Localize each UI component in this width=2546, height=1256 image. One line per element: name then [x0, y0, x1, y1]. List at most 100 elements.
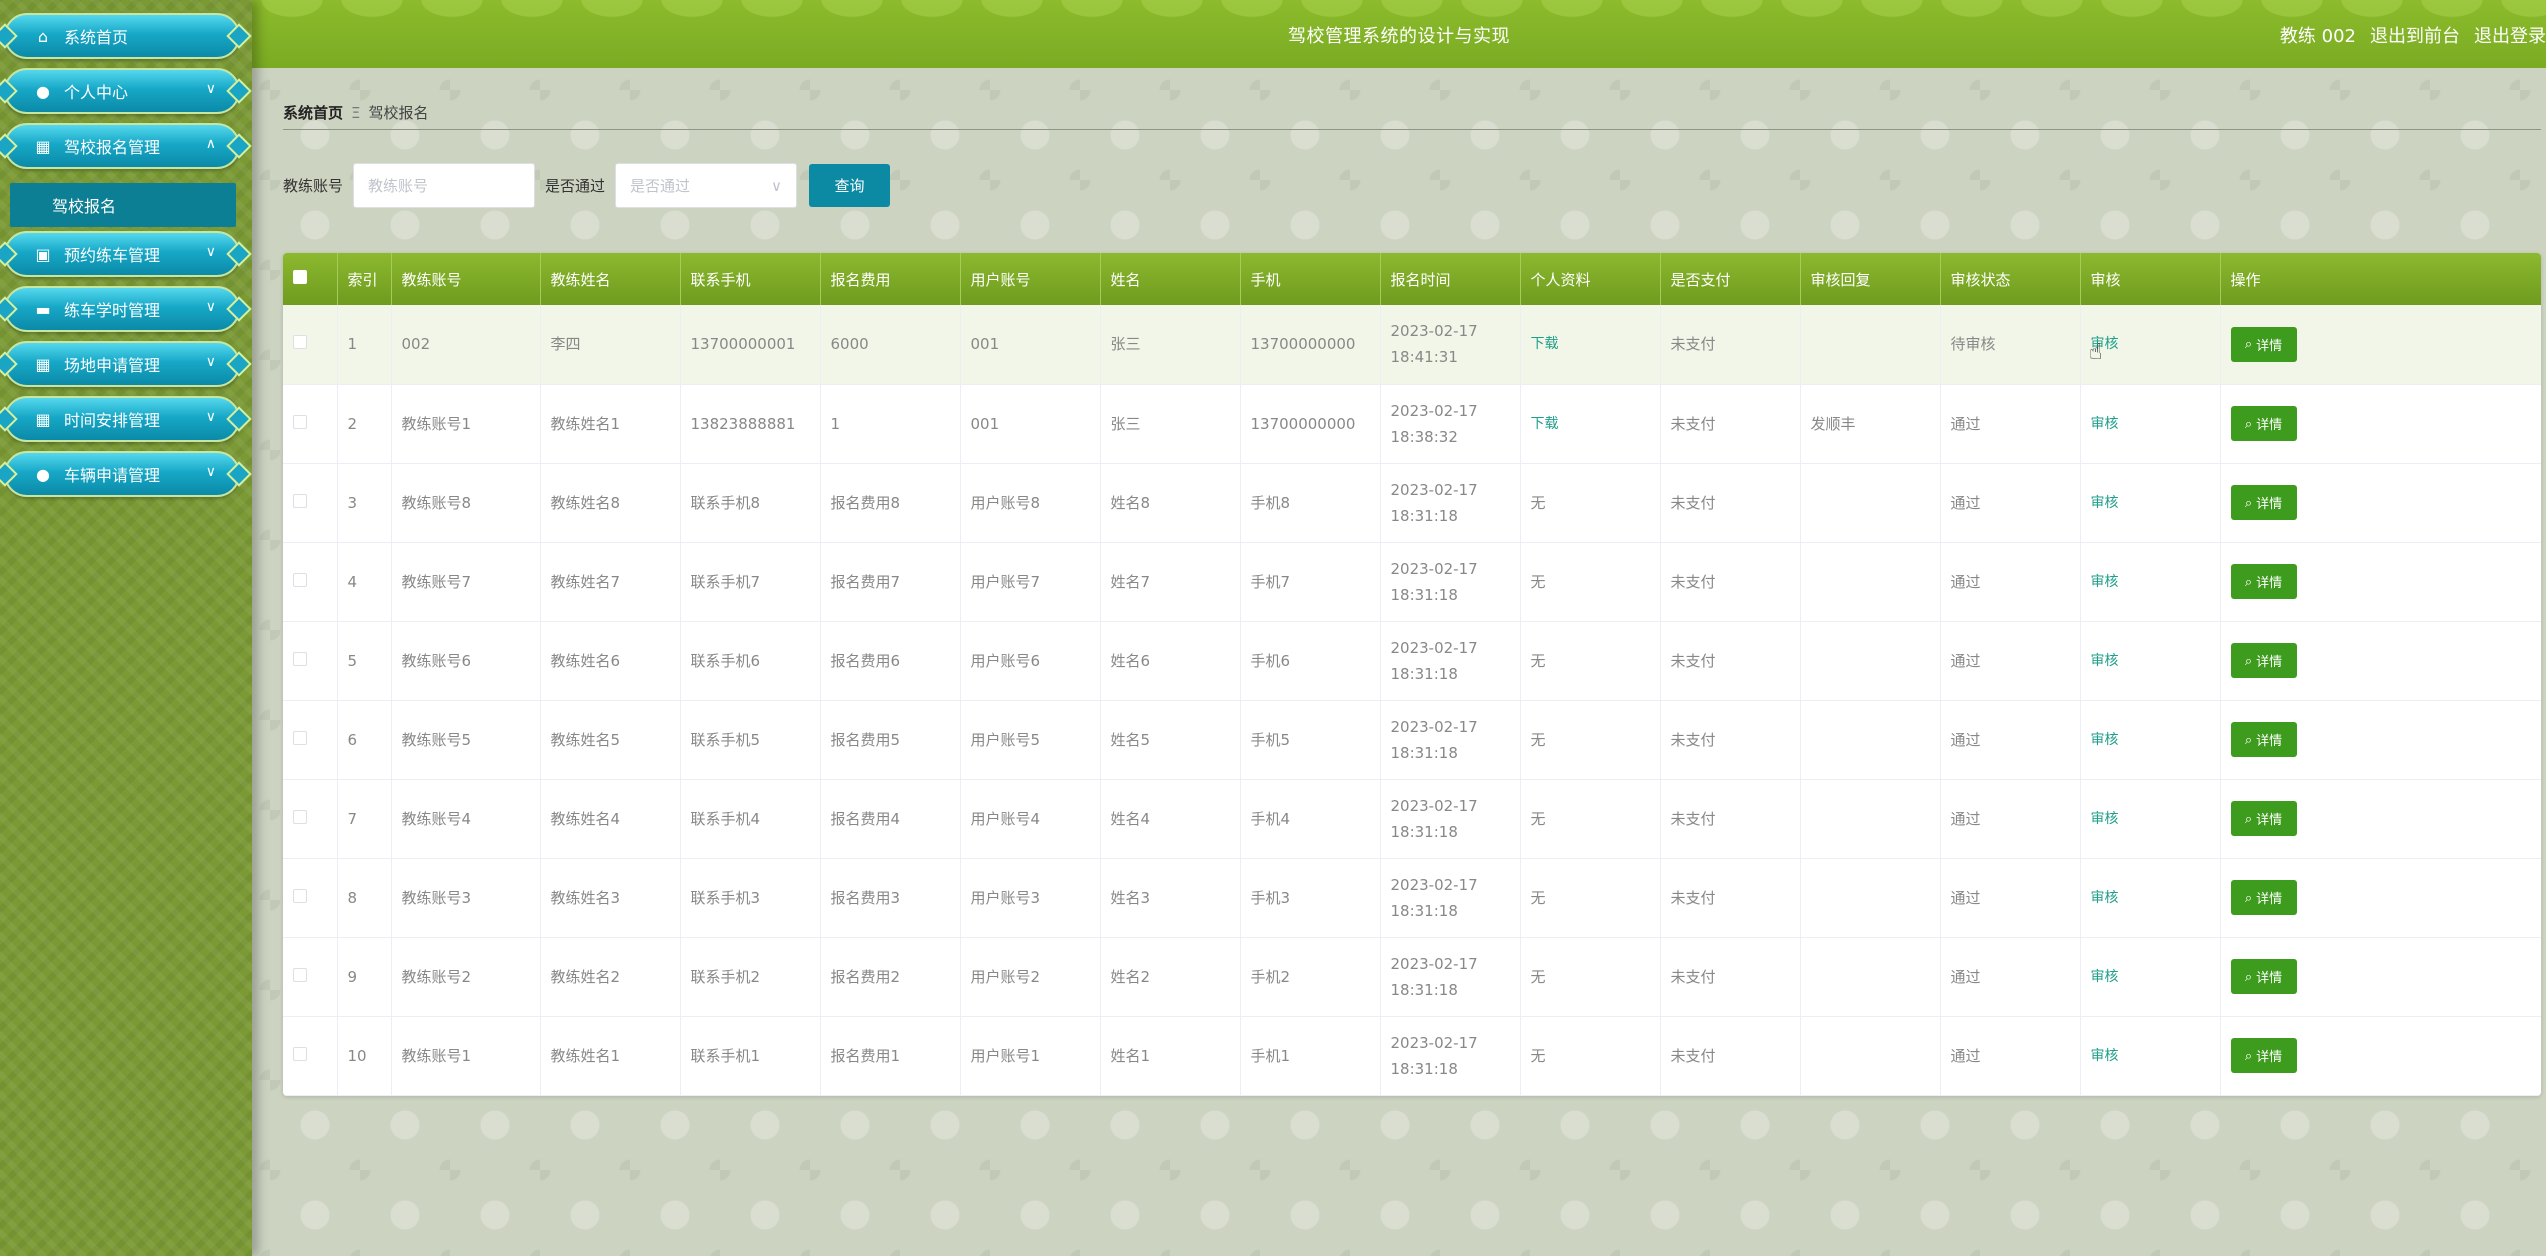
row-checkbox[interactable]	[293, 888, 307, 903]
select-all-checkbox[interactable]	[293, 270, 307, 284]
sidebar-item-personal-center[interactable]: ● 个人中心 ∨	[0, 68, 252, 114]
audit-link[interactable]: 审核	[2080, 384, 2221, 464]
row-checkbox[interactable]	[293, 651, 307, 666]
cell-paid: 未支付	[1660, 463, 1801, 543]
cell-cname: 教练姓名6	[540, 621, 681, 701]
detail-button[interactable]: ⌕ 详情	[2230, 406, 2297, 441]
audit-link[interactable]: 审核	[2080, 700, 2221, 780]
cell-profile[interactable]: 下载	[1520, 305, 1661, 385]
sidebar-item-home[interactable]: ⌂ 系统首页	[0, 13, 252, 59]
row-checkbox[interactable]	[293, 730, 307, 745]
row-select-cell[interactable]	[283, 384, 338, 464]
cell-coach: 教练账号1	[391, 384, 541, 464]
cell-phone: 联系手机6	[680, 621, 821, 701]
cell-uacc: 用户账号4	[960, 779, 1101, 859]
cell-mobile: 手机3	[1240, 858, 1381, 938]
home-icon: ⌂	[37, 26, 49, 46]
cell-time: 2023-02-17 18:31:18	[1380, 937, 1521, 1017]
search-icon: ⌕	[2244, 415, 2253, 431]
row-checkbox[interactable]	[293, 493, 307, 508]
row-select-cell[interactable]	[283, 937, 338, 1017]
detail-button[interactable]: ⌕ 详情	[2230, 801, 2297, 836]
top-header: 驾校管理系统的设计与实现 教练 002 退出到前台 退出登录	[252, 0, 2546, 68]
coach-account-input[interactable]	[353, 163, 536, 208]
chevron-down-icon: ∨	[205, 81, 216, 97]
breadcrumb: 系统首页 Ξ 驾校报名	[283, 96, 2541, 130]
row-checkbox[interactable]	[293, 809, 307, 824]
chevron-up-icon: ∧	[205, 136, 216, 152]
cell-reply	[1800, 542, 1941, 622]
sidebar-item-venue-mgmt[interactable]: ▦ 场地申请管理 ∨	[0, 341, 252, 387]
sidebar-item-schedule-mgmt[interactable]: ▦ 时间安排管理 ∨	[0, 396, 252, 442]
sidebar-item-label: 练车学时管理	[64, 301, 161, 320]
exit-to-front-link[interactable]: 退出到前台	[2370, 22, 2460, 48]
sidebar-item-vehicle-mgmt[interactable]: ● 车辆申请管理 ∨	[0, 451, 252, 497]
cell-name: 姓名7	[1100, 542, 1241, 622]
sidebar-item-label: 时间安排管理	[64, 411, 161, 430]
detail-button[interactable]: ⌕ 详情	[2230, 564, 2297, 599]
row-checkbox[interactable]	[293, 335, 307, 350]
sidebar-subitem-registration[interactable]: 驾校报名	[10, 183, 236, 227]
cell-mobile: 手机2	[1240, 937, 1381, 1017]
row-select-cell[interactable]	[283, 463, 338, 543]
cell-idx: 6	[337, 700, 392, 780]
cell-status: 通过	[1940, 700, 2081, 780]
row-select-cell[interactable]	[283, 779, 338, 859]
sidebar: ⌂ 系统首页 ● 个人中心 ∨ ▦ 驾校报名管理 ∧ 驾校报名 ▣ 预约练车管理…	[0, 0, 252, 1256]
table-row: 3 教练账号8 教练姓名8 联系手机8 报名费用8 用户账号8 姓名8 手机8 2023-02-…	[283, 463, 2541, 543]
audit-link[interactable]: 审核	[2080, 1016, 2221, 1096]
detail-button[interactable]: ⌕ 详情	[2230, 722, 2297, 757]
row-checkbox[interactable]	[293, 1046, 307, 1061]
logout-link[interactable]: 退出登录	[2474, 22, 2546, 48]
audit-link[interactable]: 审核	[2080, 858, 2221, 938]
row-checkbox[interactable]	[293, 414, 307, 429]
cell-name: 张三	[1100, 384, 1241, 464]
audit-link[interactable]: 审核	[2080, 779, 2221, 859]
cell-paid: 未支付	[1660, 621, 1801, 701]
detail-button[interactable]: ⌕ 详情	[2230, 880, 2297, 915]
row-checkbox[interactable]	[293, 572, 307, 587]
detail-button[interactable]: ⌕ 详情	[2230, 1038, 2297, 1073]
cell-uacc: 用户账号8	[960, 463, 1101, 543]
row-select-cell[interactable]	[283, 858, 338, 938]
cell-reply	[1800, 621, 1941, 701]
column-header: 姓名	[1100, 253, 1241, 305]
column-header: 手机	[1240, 253, 1381, 305]
cell-idx: 10	[337, 1016, 392, 1096]
search-icon: ⌕	[2244, 731, 2253, 747]
detail-button[interactable]: ⌕ 详情	[2230, 643, 2297, 678]
sidebar-item-booking-mgmt[interactable]: ▣ 预约练车管理 ∨	[0, 231, 252, 277]
audit-link[interactable]: 审核	[2080, 542, 2221, 622]
breadcrumb-home[interactable]: 系统首页	[283, 102, 343, 123]
query-button[interactable]: 查询	[809, 164, 891, 207]
sidebar-item-practice-hours-mgmt[interactable]: ▬ 练车学时管理 ∨	[0, 286, 252, 332]
pass-status-select[interactable]: 是否通过 ∨	[615, 163, 798, 208]
operation-cell: ⌕ 详情	[2220, 937, 2541, 1017]
row-select-cell[interactable]	[283, 1016, 338, 1096]
cell-profile: 无	[1520, 621, 1661, 701]
detail-button[interactable]: ⌕ 详情	[2230, 326, 2297, 362]
row-select-cell[interactable]	[283, 305, 338, 385]
audit-link[interactable]: 审核	[2080, 621, 2221, 701]
cell-profile[interactable]: 下载	[1520, 384, 1661, 464]
cell-fee: 报名费用4	[820, 779, 961, 859]
audit-link[interactable]: 审核	[2080, 937, 2221, 1017]
row-select-cell[interactable]	[283, 542, 338, 622]
row-select-cell[interactable]	[283, 621, 338, 701]
sidebar-item-registration-mgmt[interactable]: ▦ 驾校报名管理 ∧	[0, 123, 252, 169]
operation-cell: ⌕ 详情	[2220, 621, 2541, 701]
table-row: 2 教练账号1 教练姓名1 13823888881 1 001 张三 13700000000 2…	[283, 384, 2541, 464]
audit-link[interactable]: 审核	[2080, 463, 2221, 543]
row-checkbox[interactable]	[293, 967, 307, 982]
detail-button-label: 详情	[2256, 496, 2283, 511]
cell-phone: 13823888881	[680, 384, 821, 464]
cell-status: 通过	[1940, 621, 2081, 701]
cell-idx: 2	[337, 384, 392, 464]
row-select-cell[interactable]	[283, 700, 338, 780]
cell-paid: 未支付	[1660, 700, 1801, 780]
detail-button[interactable]: ⌕ 详情	[2230, 485, 2297, 520]
select-all-header[interactable]	[283, 253, 338, 305]
detail-button[interactable]: ⌕ 详情	[2230, 959, 2297, 994]
chevron-down-icon: ∨	[205, 244, 216, 260]
calendar-icon: ▣	[35, 244, 51, 264]
